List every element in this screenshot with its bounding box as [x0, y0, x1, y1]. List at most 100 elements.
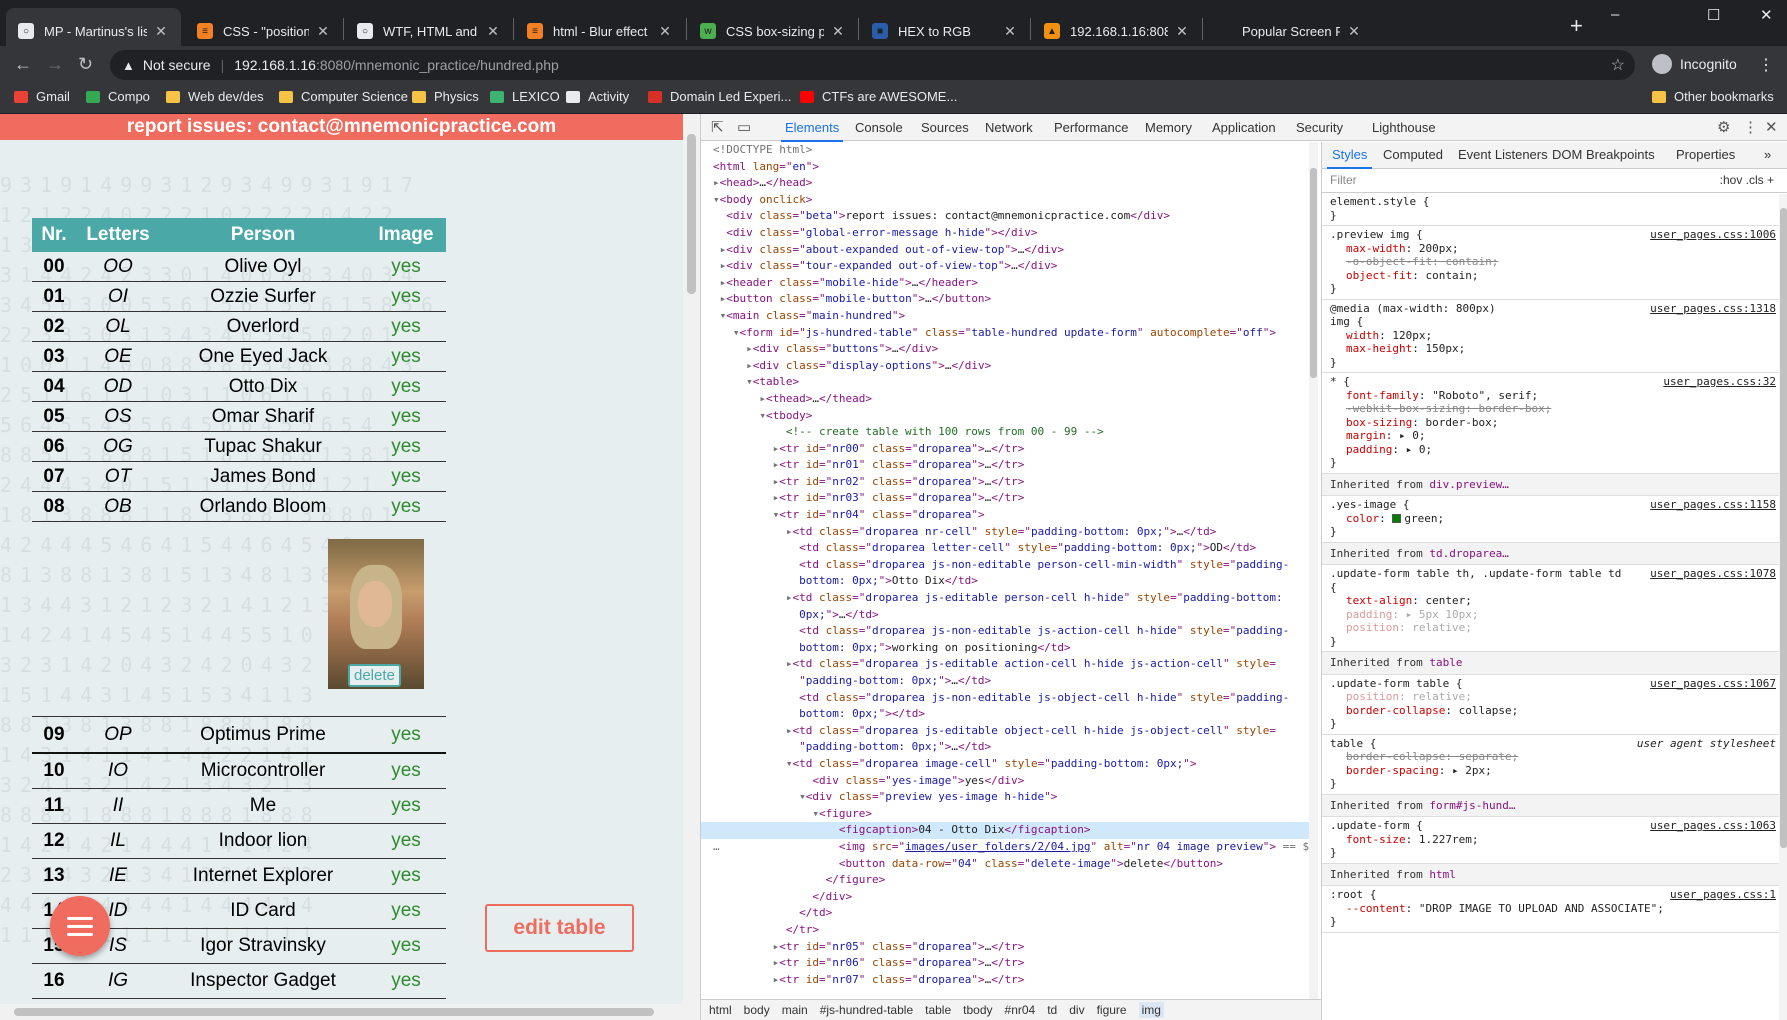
breadcrumb-item[interactable]: table: [925, 1003, 951, 1017]
cell-image[interactable]: yes: [366, 346, 446, 368]
dom-node-line[interactable]: ▸<thead>…</thead>: [701, 391, 1318, 408]
filter-tools[interactable]: :hov .cls +: [1720, 173, 1774, 188]
breadcrumb-item[interactable]: #js-hundred-table: [820, 1003, 913, 1017]
css-property[interactable]: text-align: center;: [1330, 594, 1780, 608]
cell-person[interactable]: Internet Explorer: [160, 865, 366, 887]
cell-person[interactable]: Omar Sharif: [160, 406, 366, 428]
devtools-tab-lighthouse[interactable]: Lighthouse: [1372, 120, 1436, 135]
cell-person[interactable]: Orlando Bloom: [160, 496, 366, 518]
cell-person[interactable]: Tupac Shakur: [160, 436, 366, 458]
inherited-selector[interactable]: div.preview…: [1429, 478, 1508, 491]
cell-person[interactable]: One Eyed Jack: [160, 346, 366, 368]
dom-node-line[interactable]: ▸<div class="display-options">…</div>: [701, 358, 1318, 375]
inherited-selector[interactable]: form#js-hund…: [1429, 799, 1515, 812]
dom-node-line[interactable]: <button data-row="04" class="delete-imag…: [701, 856, 1318, 873]
css-rule[interactable]: .update-form table {user_pages.css:1067 p…: [1322, 675, 1787, 735]
dom-node-line[interactable]: </tr>: [701, 922, 1318, 939]
dom-node-line[interactable]: ▾<main class="main-hundred">: [701, 308, 1318, 325]
scroll-thumb[interactable]: [687, 134, 696, 294]
table-row[interactable]: 10 IO Microcontroller yes: [32, 754, 446, 789]
css-property[interactable]: padding: ▸ 5px 10px;: [1330, 608, 1780, 622]
cell-person[interactable]: Me: [160, 795, 366, 817]
cell-person[interactable]: Microcontroller: [160, 760, 366, 782]
reload-icon[interactable]: ↻: [78, 54, 93, 75]
dom-node-line[interactable]: bottom: 0px;"></td>: [701, 706, 1318, 723]
dom-node-line[interactable]: <td class="droparea letter-cell" style="…: [701, 540, 1318, 557]
rule-source-link[interactable]: user_pages.css:1: [1670, 888, 1776, 902]
incognito-badge[interactable]: Incognito: [1652, 54, 1737, 74]
dom-node-line[interactable]: ▸<header class="mobile-hide">…</header>: [701, 275, 1318, 292]
dom-node-line[interactable]: ▸<tr id="nr02" class="droparea">…</tr>: [701, 474, 1318, 491]
cell-image[interactable]: yes: [366, 496, 446, 518]
dom-node-line[interactable]: <div class="yes-image">yes</div>: [701, 773, 1318, 790]
css-property[interactable]: border-collapse: separate;: [1330, 750, 1780, 764]
css-rule[interactable]: .preview img {user_pages.css:1006 max-wid…: [1322, 226, 1787, 300]
cell-image[interactable]: yes: [366, 865, 446, 887]
dom-node-line[interactable]: <!-- create table with 100 rows from 00 …: [701, 424, 1318, 441]
styles-tab[interactable]: Styles: [1326, 148, 1373, 169]
tab-close-icon[interactable]: ✕: [657, 23, 673, 40]
tab-close-icon[interactable]: ✕: [315, 23, 331, 40]
table-row[interactable]: 16 IG Inspector Gadget yes: [32, 964, 446, 999]
table-row[interactable]: 12 IL Indoor lion yes: [32, 824, 446, 859]
scroll-thumb[interactable]: [1310, 168, 1317, 378]
dom-node-line[interactable]: ▾<form id="js-hundred-table" class="tabl…: [701, 325, 1318, 342]
dom-node-line[interactable]: ▸<td class="droparea js-editable action-…: [701, 656, 1318, 673]
cell-image[interactable]: yes: [366, 286, 446, 308]
tab-close-icon[interactable]: ✕: [1002, 23, 1018, 40]
dom-node-line[interactable]: <td class="droparea js-non-editable js-o…: [701, 690, 1318, 707]
bookmark-item[interactable]: Physics: [412, 89, 479, 104]
table-row[interactable]: 04 OD Otto Dix yes: [32, 372, 446, 402]
styles-tab[interactable]: Properties: [1676, 148, 1735, 162]
bookmark-item[interactable]: Computer Science: [279, 89, 408, 104]
cell-person[interactable]: ID Card: [160, 900, 366, 922]
rule-source-link[interactable]: user_pages.css:1158: [1650, 498, 1776, 512]
css-property[interactable]: font-size: 1.227rem;: [1330, 833, 1780, 847]
dom-node-line[interactable]: <td class="droparea js-non-editable js-a…: [701, 623, 1318, 640]
cell-person[interactable]: Inspector Gadget: [160, 970, 366, 992]
breadcrumb-item[interactable]: img: [1138, 1002, 1164, 1018]
dom-node-line[interactable]: ▸<td class="droparea nr-cell" style="pad…: [701, 524, 1318, 541]
rule-source-link[interactable]: user_pages.css:1078: [1650, 567, 1776, 581]
dom-node-line[interactable]: </td>: [701, 905, 1318, 922]
dom-node-line[interactable]: ▸<td class="droparea js-editable object-…: [701, 723, 1318, 740]
tab-close-icon[interactable]: ✕: [830, 23, 846, 40]
breadcrumb-item[interactable]: #nr04: [1005, 1003, 1036, 1017]
forward-icon[interactable]: →: [46, 54, 64, 75]
table-row[interactable]: 13 IE Internet Explorer yes: [32, 859, 446, 894]
rule-source-link[interactable]: user_pages.css:1063: [1650, 819, 1776, 833]
table-row[interactable]: 03 OE One Eyed Jack yes: [32, 342, 446, 372]
other-bookmarks[interactable]: Other bookmarks: [1652, 89, 1774, 104]
inherited-selector[interactable]: td.droparea…: [1429, 547, 1508, 560]
breadcrumb-item[interactable]: main: [782, 1003, 808, 1017]
css-property[interactable]: -o-object-fit: contain;: [1330, 255, 1780, 269]
css-rule[interactable]: table {user agent stylesheet border-colla…: [1322, 735, 1787, 795]
dom-node-line[interactable]: ▸<tr id="nr00" class="droparea">…</tr>: [701, 441, 1318, 458]
breadcrumb-item[interactable]: figure: [1097, 1003, 1127, 1017]
cell-image[interactable]: yes: [366, 724, 446, 746]
devtools-tab-elements[interactable]: Elements: [780, 120, 844, 142]
css-property[interactable]: box-sizing: border-box;: [1330, 416, 1780, 430]
styles-tab[interactable]: Computed: [1383, 148, 1443, 162]
devtools-tab-sources[interactable]: Sources: [921, 120, 969, 135]
cell-person[interactable]: Olive Oyl: [160, 256, 366, 278]
css-property[interactable]: border-spacing: ▸ 2px;: [1330, 764, 1780, 778]
cell-person[interactable]: Otto Dix: [160, 376, 366, 398]
css-property[interactable]: position: relative;: [1330, 621, 1780, 635]
dom-node-line[interactable]: ▾<td class="droparea image-cell" style="…: [701, 756, 1318, 773]
table-row[interactable]: 09 OP Optimus Prime yes: [32, 717, 446, 754]
dom-node-line[interactable]: <div class="beta">report issues: contact…: [701, 208, 1318, 225]
dom-node-line[interactable]: bottom: 0px;">Otto Dix</td>: [701, 573, 1318, 590]
css-property[interactable]: color: green;: [1330, 512, 1780, 526]
bookmark-item[interactable]: LEXICO: [490, 89, 560, 104]
color-swatch-icon[interactable]: [1392, 513, 1402, 523]
address-bar[interactable]: ▲ Not secure | 192.168.1.16 :8080/mnemon…: [110, 50, 1635, 80]
cell-image[interactable]: yes: [366, 760, 446, 782]
dom-node-line[interactable]: "padding-bottom: 0px;">…</td>: [701, 739, 1318, 756]
cell-person[interactable]: Indoor lion: [160, 830, 366, 852]
dom-node-line[interactable]: <figcaption>04 - Otto Dix</figcaption>: [701, 822, 1318, 839]
page-vertical-scrollbar[interactable]: [683, 114, 700, 1020]
dom-node-line[interactable]: ▸<td class="droparea js-editable person-…: [701, 590, 1318, 607]
dom-node-line[interactable]: ▾<table>: [701, 374, 1318, 391]
cell-image[interactable]: yes: [366, 406, 446, 428]
